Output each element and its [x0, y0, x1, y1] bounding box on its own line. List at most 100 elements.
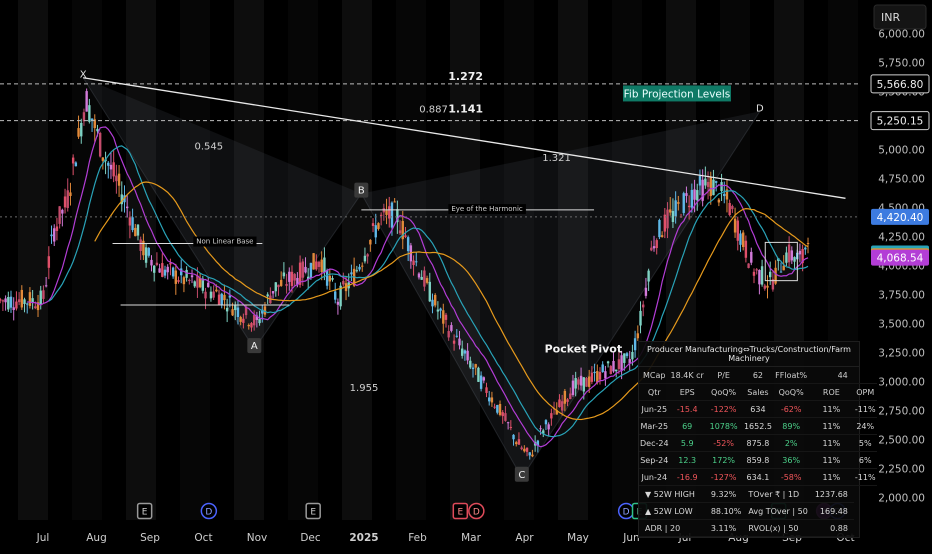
table-cell: 24%: [853, 417, 877, 435]
candle-body: [90, 118, 94, 121]
candle-body: [369, 239, 372, 245]
price-tag-label: 5,566.80: [877, 79, 924, 91]
candle-body: [571, 380, 575, 395]
candle-body: [9, 296, 13, 308]
candle-body: [469, 360, 472, 368]
candle-body: [466, 350, 469, 361]
candle-body: [212, 291, 215, 298]
meta-cell: MCap: [639, 367, 670, 384]
candle-body: [390, 202, 394, 228]
candle-body: [131, 217, 134, 231]
candle-body: [34, 306, 37, 309]
candle-body: [185, 269, 188, 278]
table-cell: 634: [742, 400, 774, 418]
candle-body: [431, 299, 434, 307]
candle-body: [325, 270, 329, 286]
candle-body: [20, 289, 24, 308]
candle-body: [774, 267, 777, 284]
table-cell: 11%: [808, 417, 854, 435]
fundamentals-table: Producer Manufacturing⇔Trucks/Constructi…: [638, 341, 877, 538]
candle-body: [152, 265, 156, 273]
table-cell: -62%: [773, 400, 809, 418]
stat-row: ADR | 20 3.11% RVOL(x) | 50 0.88: [639, 519, 877, 537]
candle-body: [125, 206, 129, 209]
candle-body: [139, 239, 142, 251]
chart: 1.272 0.887 1.141 0.545 1.321 1.955 Eye of the…: [0, 0, 932, 550]
candle-body: [493, 406, 496, 408]
candle-body: [112, 162, 115, 177]
candle-body: [728, 202, 731, 215]
candle-body: [498, 404, 502, 415]
candle-body: [574, 378, 577, 389]
candle-body: [717, 199, 721, 203]
candle-body: [47, 256, 51, 268]
candle-body: [671, 211, 675, 222]
x-tick-label: May: [567, 532, 589, 544]
candle-body: [736, 220, 739, 241]
candle-body: [617, 359, 621, 369]
candle-body: [512, 434, 515, 440]
price-tag-label: 5,250.15: [877, 116, 924, 128]
event-marker-label: D: [623, 508, 630, 518]
candle-body: [171, 267, 175, 277]
candle-body: [404, 235, 407, 237]
x-tick-label: Aug: [86, 532, 107, 544]
y-tick-label: 5,750.00: [878, 58, 925, 70]
candle-body: [150, 259, 153, 266]
candle-body: [785, 252, 788, 263]
candle-body: [806, 243, 810, 245]
x-tick-label: Oct: [194, 532, 212, 544]
candle-body: [766, 285, 769, 288]
candle-body: [490, 397, 494, 403]
candle-body: [328, 275, 332, 282]
candle-body: [61, 209, 64, 214]
candle-body: [88, 105, 91, 122]
price-tag-label: 4,420.40: [877, 212, 924, 224]
candle-body: [604, 371, 607, 379]
table-cell: -16.9: [669, 468, 705, 486]
y-tick-label: 2,750.00: [878, 406, 925, 418]
stat-row: ▲ 52W LOW 88.10% Avg TOver | 50 169.48: [639, 502, 877, 520]
candle-body: [633, 338, 637, 351]
column-header: QoQ%: [704, 383, 743, 401]
candle-body: [666, 209, 669, 229]
candle-body: [363, 255, 367, 262]
candle-body: [23, 299, 26, 305]
candle-body: [231, 309, 234, 316]
annotation-label: 1.321: [542, 153, 571, 164]
candle-body: [425, 278, 429, 283]
table-cell: 859.8: [742, 451, 774, 469]
candle-body: [623, 353, 626, 363]
candle-body: [304, 266, 307, 273]
candle-body: [509, 426, 513, 428]
candle-body: [558, 399, 561, 408]
y-tick-label: 3,750.00: [878, 290, 925, 302]
candle-body: [374, 225, 377, 238]
annotation-label: Eye of the Harmonic: [451, 205, 523, 213]
stat-cell: Avg TOver | 50: [742, 502, 809, 520]
candle-body: [366, 254, 369, 257]
stat-cell: ADR | 20: [639, 519, 705, 537]
currency-label: INR: [881, 11, 900, 24]
candle-body: [614, 369, 618, 372]
candle-body: [12, 307, 15, 311]
candle-body: [252, 315, 256, 326]
candle-body: [142, 240, 145, 256]
candle-body: [744, 240, 748, 258]
candle-body: [704, 178, 707, 186]
annotation-label: 0.545: [195, 142, 224, 153]
candle-body: [712, 179, 715, 196]
candle-body: [741, 232, 745, 248]
candle-body: [309, 262, 313, 278]
candle-body: [690, 189, 694, 208]
candle-body: [136, 224, 140, 236]
stat-cell: 9.32%: [704, 485, 743, 503]
candle-body: [658, 220, 661, 238]
candle-body: [531, 454, 534, 457]
candle-body: [66, 190, 69, 209]
candle-body: [798, 250, 802, 255]
candle-body: [515, 442, 518, 445]
table-cell: 11%: [808, 434, 854, 452]
table-cell: -58%: [773, 468, 809, 486]
y-tick-label: 3,500.00: [878, 319, 925, 331]
